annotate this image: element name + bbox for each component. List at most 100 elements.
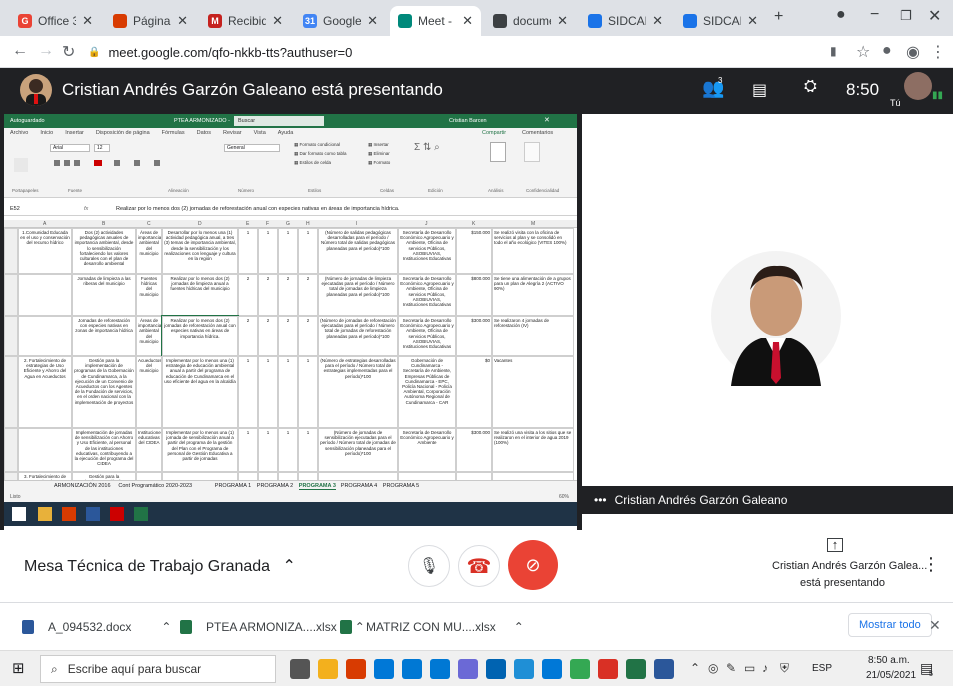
table-cell[interactable]: 2 <box>238 316 258 356</box>
edge-legacy-icon[interactable] <box>542 659 562 679</box>
table-cell[interactable]: 1 <box>298 428 318 472</box>
bookmark-star-icon[interactable]: ☆ <box>856 42 870 62</box>
column-header[interactable]: G <box>286 221 290 227</box>
column-header[interactable]: E <box>246 221 249 227</box>
table-cell[interactable]: 2 <box>298 274 318 316</box>
chevron-up-icon[interactable]: ⌃ <box>514 620 524 634</box>
reload-icon[interactable]: ↻ <box>62 42 75 62</box>
excel-menu-item[interactable]: Insertar <box>65 130 84 136</box>
table-cell[interactable]: Instituciones educativas del CIDEA <box>136 428 162 472</box>
defender-icon[interactable]: ⛨ <box>780 661 789 676</box>
table-cell[interactable]: Implementar por lo menos una (1) jornada… <box>162 428 238 472</box>
present-icon[interactable]: ↑ <box>827 538 843 552</box>
download-item[interactable]: PTEA ARMONIZA....xlsx ⌃ <box>180 617 365 637</box>
excel-grid[interactable]: 1.Comunidad Educada en el uso y conserva… <box>4 228 577 486</box>
row-header[interactable] <box>4 228 18 274</box>
minimize-window-icon[interactable]: − <box>870 6 879 24</box>
sheet-tab[interactable]: PROGRAMA 4 <box>341 483 377 489</box>
table-cell[interactable]: (Número de estrategias desarrolladas par… <box>318 356 398 428</box>
column-header[interactable]: F <box>266 221 269 227</box>
table-cell[interactable]: Realizar por lo menos dos (2) jornadas d… <box>161 315 239 357</box>
styles-group[interactable]: ▦ Formato condicional ▦ Dar formato como … <box>294 142 354 176</box>
table-cell[interactable]: Secretaría de Desarrollo Económico Agrop… <box>398 428 456 472</box>
table-cell[interactable]: 1 <box>258 428 278 472</box>
camera-indicator-icon[interactable]: ▮ <box>830 44 837 58</box>
microphone-button[interactable]: 🎙 <box>408 545 450 587</box>
address-bar[interactable]: 🔒 meet.google.com/qfo-nkkb-tts?authuser=… <box>88 41 788 63</box>
security-icon[interactable] <box>486 659 506 679</box>
table-cell[interactable]: $300.000 <box>456 316 492 356</box>
mail-icon[interactable] <box>430 659 450 679</box>
edge-icon[interactable] <box>514 659 534 679</box>
table-cell[interactable]: 2 <box>258 274 278 316</box>
sheet-tab[interactable]: ARMONIZACIÓN 2016 <box>54 483 111 489</box>
column-header[interactable]: M <box>531 221 535 227</box>
excel-search-box[interactable]: Buscar <box>234 116 324 126</box>
chevron-up-icon[interactable]: ⌃ <box>161 620 171 634</box>
column-header[interactable]: J <box>425 221 428 227</box>
chevron-up-icon[interactable]: ⌃ <box>690 661 700 675</box>
excel-menu-item[interactable]: Fórmulas <box>162 130 185 136</box>
row-header[interactable] <box>4 356 18 428</box>
word-icon[interactable] <box>654 659 674 679</box>
table-cell[interactable]: (Número de salidas pedagógicas desarroll… <box>318 228 398 274</box>
outlook-icon[interactable] <box>402 659 422 679</box>
chat-icon[interactable]: ▤ <box>752 80 767 100</box>
column-header[interactable]: D <box>198 221 202 227</box>
column-header[interactable]: B <box>102 221 105 227</box>
sheet-tab[interactable]: PROGRAMA 1 <box>215 483 251 489</box>
table-cell[interactable]: 2 <box>238 274 258 316</box>
people-tray-icon[interactable]: ◎ <box>708 661 718 675</box>
table-cell[interactable]: Áreas de importancia ambiental del munic… <box>136 228 162 274</box>
excel-share-button[interactable]: Compartir <box>482 130 506 136</box>
excel-menu-item[interactable]: Disposición de página <box>96 130 150 136</box>
table-cell[interactable]: 2 <box>278 274 298 316</box>
excel-comments-button[interactable]: Comentarios <box>522 130 553 136</box>
table-cell[interactable]: (Número de jornadas de sensibilización e… <box>318 428 398 472</box>
tab-close-icon[interactable]: ✕ <box>462 13 473 29</box>
table-cell[interactable]: 2 <box>258 316 278 356</box>
office-icon[interactable] <box>346 659 366 679</box>
meeting-details-button[interactable]: Mesa Técnica de Trabajo Granada ⌃ <box>24 556 296 576</box>
table-cell[interactable] <box>18 274 72 316</box>
table-cell[interactable]: Implementar por lo menos una (1) estrate… <box>162 356 238 428</box>
chrome-icon[interactable] <box>570 659 590 679</box>
tab-close-icon[interactable]: ✕ <box>557 13 568 29</box>
browser-tab[interactable]: M Recibidos (68 ✕ <box>200 6 291 36</box>
taskbar-search-box[interactable]: ⌕ Escribe aquí para buscar <box>40 655 276 683</box>
browser-menu-icon[interactable]: ⋮ <box>930 42 946 62</box>
table-cell[interactable]: Implementación de jornadas de sensibiliz… <box>72 428 136 472</box>
more-options-icon[interactable]: ••• <box>594 493 607 507</box>
back-arrow-icon[interactable]: ← <box>12 42 28 60</box>
table-cell[interactable]: $300.000 <box>456 428 492 472</box>
sheet-tab[interactable]: PROGRAMA 2 <box>257 483 293 489</box>
new-tab-button[interactable]: + <box>774 8 783 26</box>
sheet-tab[interactable]: Cont Programático 2020-2023 <box>118 483 192 489</box>
leave-call-button[interactable]: ☎ <box>458 545 500 587</box>
browser-tab[interactable]: Página princip ✕ <box>105 6 196 36</box>
table-cell[interactable]: Áreas de importancia ambiental del munic… <box>136 316 162 356</box>
table-cell[interactable]: Realizar por lo menos dos (2) jornadas d… <box>162 274 238 316</box>
table-cell[interactable]: (Número de jornadas de limpieza ejecutad… <box>318 274 398 316</box>
browser-tab[interactable]: SIDCAR - Ges ✕ <box>580 6 671 36</box>
table-cell[interactable]: 1 <box>298 356 318 428</box>
windows-start-icon[interactable]: ⊞ <box>12 659 25 677</box>
table-cell[interactable]: Se tiene una alimentación de a grupos pa… <box>492 274 574 316</box>
table-cell[interactable]: Dos (2) actividades pedagógicas anuales … <box>72 228 136 274</box>
excel-menu-item[interactable]: Datos <box>197 130 211 136</box>
sheet-tab[interactable]: PROGRAMA 5 <box>383 483 419 489</box>
acrobat-icon[interactable] <box>598 659 618 679</box>
table-cell[interactable]: Se realizó visita con la oficina de serv… <box>492 228 574 274</box>
table-cell[interactable]: 1 <box>238 356 258 428</box>
self-avatar[interactable] <box>904 72 932 100</box>
browser-tab[interactable]: Meet - M ✕ <box>390 6 481 36</box>
table-cell[interactable]: Vacantes <box>492 356 574 428</box>
column-header[interactable]: K <box>472 221 475 227</box>
forward-arrow-icon[interactable]: → <box>38 42 54 60</box>
table-cell[interactable]: 2 <box>278 316 298 356</box>
column-header[interactable]: A <box>43 221 46 227</box>
number-format-box[interactable]: General <box>224 144 280 152</box>
extension-icon[interactable]: ● <box>882 42 892 60</box>
restore-window-icon[interactable]: ❐ <box>900 8 912 24</box>
excel-menu-item[interactable]: Archivo <box>10 130 28 136</box>
